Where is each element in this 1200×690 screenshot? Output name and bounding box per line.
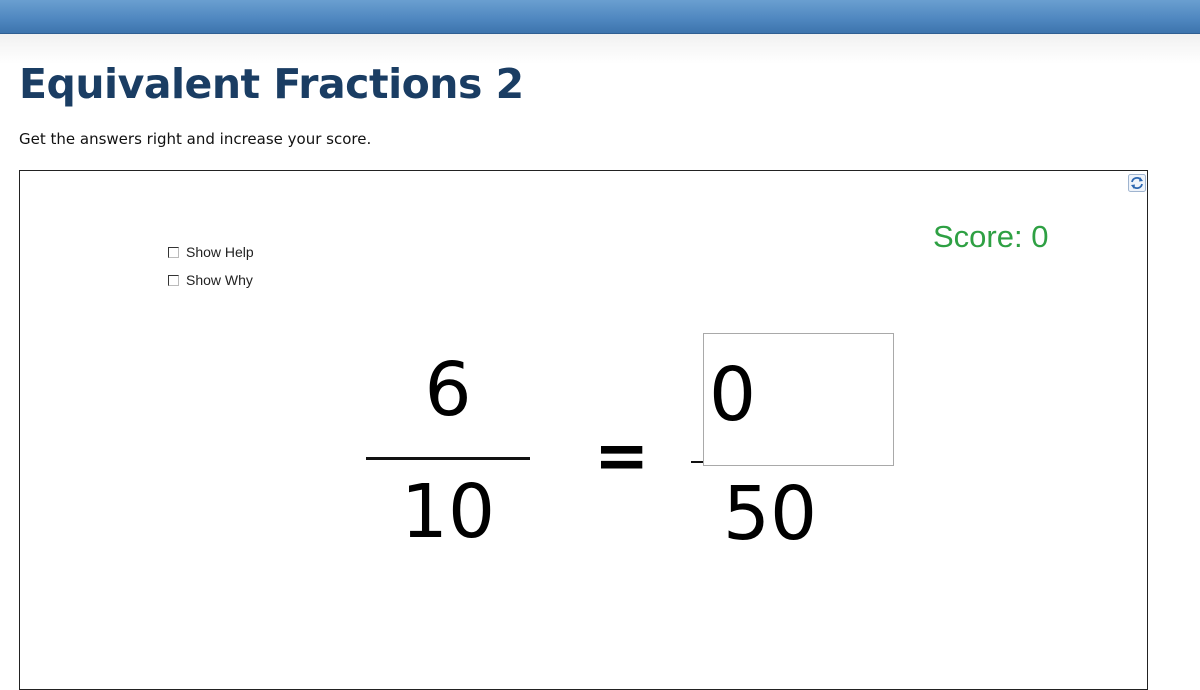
show-help-checkbox[interactable] xyxy=(168,246,179,258)
show-why-checkbox[interactable] xyxy=(168,274,179,286)
left-denominator: 10 xyxy=(400,469,496,555)
page-title: Equivalent Fractions 2 xyxy=(19,60,524,108)
left-numerator: 6 xyxy=(424,347,472,433)
right-denominator: 50 xyxy=(722,471,818,557)
top-banner xyxy=(0,0,1200,34)
score-display: Score: 0 xyxy=(933,219,1049,254)
show-help-option[interactable]: Show Help xyxy=(168,244,254,260)
show-why-label[interactable]: Show Why xyxy=(186,272,253,288)
show-help-label[interactable]: Show Help xyxy=(186,244,254,260)
right-fraction-bar xyxy=(691,461,703,463)
left-fraction-bar xyxy=(366,457,530,460)
equals-sign: = xyxy=(594,417,650,494)
show-why-option[interactable]: Show Why xyxy=(168,272,253,288)
page-subtitle: Get the answers right and increase your … xyxy=(19,130,372,148)
refresh-icon[interactable] xyxy=(1128,174,1146,192)
fraction-app-panel: Show Help Show Why Score: 0 6 10 = 0 50 xyxy=(19,170,1148,690)
answer-numerator-input[interactable]: 0 xyxy=(703,333,894,466)
